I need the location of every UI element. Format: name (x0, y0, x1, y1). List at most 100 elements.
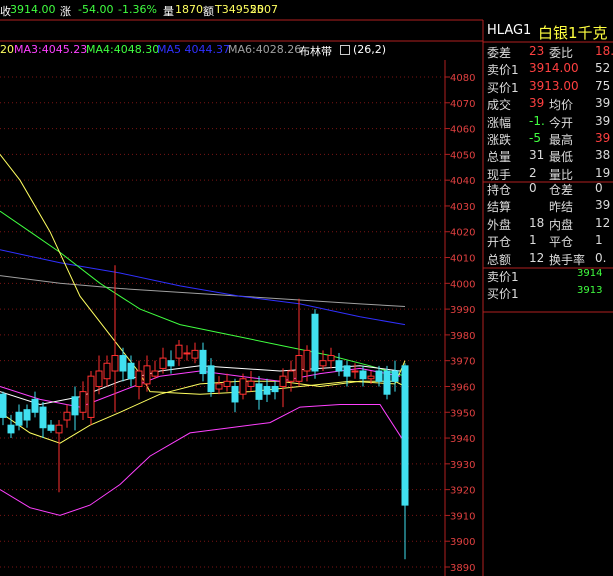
quote-row: 外盘 18 内盘 12 (487, 216, 613, 233)
candle-body (375, 370, 383, 382)
quote-table-3: 卖价1 3914 买价1 3913 (487, 268, 613, 303)
quote-row-label: 成交 (487, 98, 512, 113)
candle-body (119, 355, 127, 372)
quote-row-value: 23 (529, 44, 545, 58)
candle-body (55, 424, 63, 434)
price-axis-label: 4050 (450, 150, 475, 161)
candle-body (343, 365, 351, 377)
candle-body (207, 365, 215, 393)
quote-row: 委差 23 委比 18. (487, 44, 613, 61)
quote-row-label: 总量 (487, 150, 512, 165)
candle-body (303, 349, 311, 372)
quote-row-label: 买价1 (487, 287, 519, 302)
quote-row-label: 总额 (487, 252, 512, 267)
quote-row-label2: 昨结 (549, 200, 574, 215)
price-axis-label: 3900 (450, 537, 475, 548)
quote-row-value2: 39 (595, 96, 611, 111)
candle-body (39, 406, 47, 429)
ma3-line (0, 367, 401, 408)
quote-row-value: -1. (529, 113, 545, 128)
quote-row-label: 涨幅 (487, 115, 512, 130)
quote-row: 涨跌 -5 最高 39 (487, 131, 613, 148)
price-axis-label: 4010 (450, 254, 475, 265)
instrument-code: HLAG1 (487, 23, 532, 38)
price-axis-label: 3890 (450, 563, 475, 574)
quote-row-value2: 39 (595, 113, 611, 128)
candle-body (391, 370, 399, 382)
quote-row: 总量 31 最低 38 (487, 148, 613, 165)
quote-row: 开仓 1 平仓 1 (487, 233, 613, 250)
quote-row-value2: 19 (595, 165, 611, 180)
quote-row-label: 持仓 (487, 183, 512, 197)
quote-row-value2: 0 (595, 181, 603, 195)
quote-row-label: 开仓 (487, 235, 512, 250)
candle-body (223, 380, 231, 387)
quote-row-label2: 均价 (549, 98, 574, 113)
price-axis-label: 3920 (450, 486, 475, 497)
quote-row-label2: 委比 (549, 46, 574, 60)
price-axis-label: 4020 (450, 228, 475, 239)
price-axis-label: 3960 (450, 382, 475, 393)
price-axis-label: 3970 (450, 357, 475, 368)
quote-row-value2: 39 (595, 130, 611, 145)
price-axis-label: 3990 (450, 305, 475, 316)
candle-body (111, 355, 119, 372)
quote-row-label2: 最高 (549, 132, 574, 147)
price-axis-labels: 4080 4070 4060 4050 4040 4030 4020 4010 4000 3990… (450, 73, 475, 574)
quote-row-label2: 最低 (549, 150, 574, 165)
quote-row-label2: 今开 (549, 115, 574, 130)
candle-body (167, 360, 175, 367)
candle-body (401, 365, 409, 506)
quote-row-label2: 换手率 (549, 252, 586, 267)
quote-row-value2: 39 (595, 198, 611, 213)
quote-row-value: 18 (529, 215, 545, 230)
quote-row: 卖价1 3914 (487, 268, 613, 285)
quote-row-value: 12 (529, 250, 545, 265)
candle-body (127, 362, 135, 380)
candle-body (367, 375, 375, 380)
candle-body (71, 396, 79, 416)
quote-row-label: 卖价1 (487, 270, 519, 284)
quote-row-value: 39 (529, 96, 545, 111)
candle-body (199, 349, 207, 375)
price-axis-label: 3980 (450, 331, 475, 342)
quote-row-label2: 内盘 (549, 217, 574, 232)
candle-body (175, 344, 183, 359)
candle-body (183, 352, 191, 355)
quote-table-2: 持仓 0 仓差 0 结算 昨结 39 外盘 18 内盘 12 开仓 1 平仓 1 总额 12 换手率 0. (487, 181, 613, 268)
price-axis-label: 4040 (450, 176, 475, 187)
quote-row-label2: 平仓 (549, 235, 574, 250)
candle-body (359, 370, 367, 380)
quote-row-value: -5 (529, 130, 541, 145)
quote-row-value: 3913 (577, 285, 603, 297)
quote-row-value: 3914.00 (529, 61, 579, 76)
quote-row-value2: 1 (595, 233, 603, 248)
quote-row-label: 卖价1 (487, 63, 519, 78)
quote-row-value: 0 (529, 181, 537, 195)
quote-row-value2: 12 (595, 215, 611, 230)
candle-body (135, 370, 143, 387)
candle-body (263, 385, 271, 395)
candle-body (295, 355, 303, 382)
candle-body (255, 383, 263, 400)
candle-body (103, 362, 111, 380)
candle-body (287, 370, 295, 382)
quote-row-value: 3914 (577, 268, 603, 279)
candle-body (23, 409, 31, 421)
candle-body (47, 424, 55, 431)
quote-row-label: 外盘 (487, 217, 512, 232)
candle-body (327, 355, 335, 362)
quote-row-label: 涨跌 (487, 132, 512, 147)
candle-body (15, 411, 23, 426)
quote-row: 涨幅 -1. 今开 39 (487, 114, 613, 131)
candle-body (351, 370, 359, 373)
quote-row-label: 委差 (487, 46, 512, 60)
quote-row-value: 2 (529, 165, 537, 180)
quote-row-value2: 52 (595, 61, 611, 76)
candle-body (79, 391, 87, 413)
candle-body (279, 375, 287, 387)
candle-body (95, 370, 103, 387)
candle-body (191, 349, 199, 359)
quote-row-value: 1 (529, 233, 537, 248)
candle-body (151, 370, 159, 377)
